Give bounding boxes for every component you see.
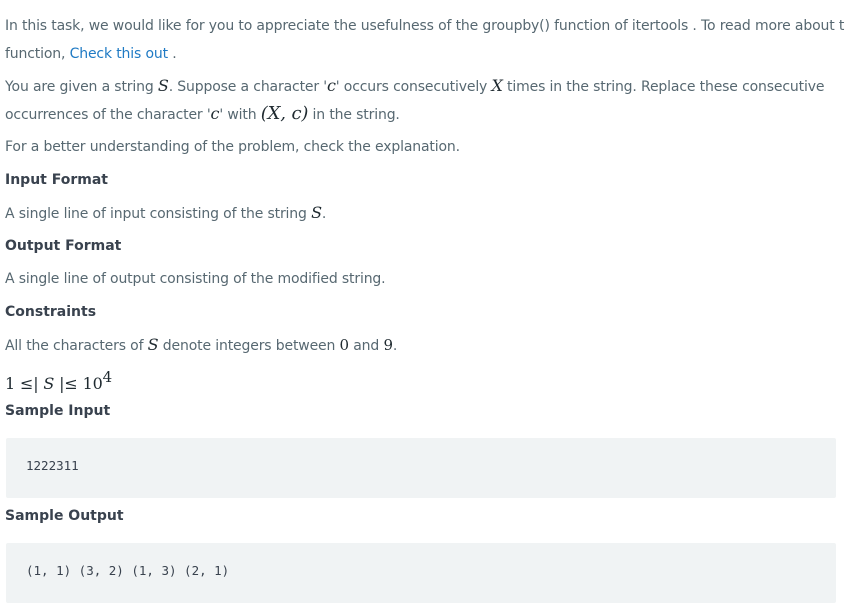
constraints-desc-end: . (392, 338, 398, 354)
intro-line-2: function, Check this out . (5, 44, 177, 64)
intro-text-continued: function, (5, 46, 70, 62)
explanation-hint: For a better understanding of the proble… (5, 139, 460, 155)
statement-text: in the string. (308, 107, 400, 123)
output-format-text: A single line of output consisting of th… (5, 271, 386, 287)
bound-lower: 1 ≤| (5, 374, 44, 393)
sample-input-code: 1222311 (26, 458, 79, 473)
input-format-heading: Input Format (5, 172, 108, 188)
check-this-out-link[interactable]: Check this out (70, 46, 168, 62)
variable-s: S (157, 76, 169, 95)
variable-s: S (43, 374, 55, 393)
input-format-text: A single line of input consisting of the… (5, 203, 326, 224)
variable-s: S (147, 335, 159, 354)
constraints-text: All the characters of S denote integers … (5, 335, 397, 356)
constraints-desc: denote integers between (158, 338, 340, 354)
bound-upper: |≤ 10 (54, 374, 103, 393)
statement-text: ' occurs consecutively (335, 79, 492, 95)
statement-text: . Suppose a character ' (168, 79, 327, 95)
statement-line-2: occurrences of the character 'c' with (X… (5, 104, 400, 125)
sample-input-block: 1222311 (6, 438, 836, 498)
sample-output-heading: Sample Output (5, 508, 124, 524)
statement-text: occurrences of the character ' (5, 107, 211, 123)
input-format-desc: A single line of input consisting of the… (5, 206, 312, 222)
tuple-expression: (X, c) (260, 103, 309, 124)
statement-text: ' with (219, 107, 261, 123)
sample-input-heading: Sample Input (5, 403, 111, 419)
sample-output-block: (1, 1) (3, 2) (1, 3) (2, 1) (6, 543, 836, 603)
statement-text: You are given a string (5, 79, 158, 95)
input-format-desc-end: . (321, 206, 327, 222)
intro-text-end: . (167, 46, 177, 62)
variable-c: c (326, 76, 336, 95)
variable-s: S (311, 203, 322, 222)
constraints-desc: and (348, 338, 384, 354)
constraints-desc: All the characters of (5, 338, 148, 354)
length-constraint: 1 ≤| S |≤ 104 (5, 367, 112, 395)
digit-nine: 9 (383, 336, 393, 354)
constraints-heading: Constraints (5, 304, 97, 320)
statement-line-1: You are given a string S. Suppose a char… (5, 76, 824, 97)
intro-line-1: In this task, we would like for you to a… (5, 16, 845, 36)
problem-statement: In this task, we would like for you to a… (0, 0, 845, 612)
variable-x: X (491, 76, 503, 95)
output-format-heading: Output Format (5, 238, 122, 254)
statement-text: times in the string. Replace these conse… (502, 79, 825, 95)
sample-output-code: (1, 1) (3, 2) (1, 3) (2, 1) (26, 563, 230, 578)
bound-exponent: 4 (102, 368, 113, 386)
intro-text: In this task, we would like for you to a… (5, 18, 845, 34)
digit-zero: 0 (339, 336, 350, 354)
